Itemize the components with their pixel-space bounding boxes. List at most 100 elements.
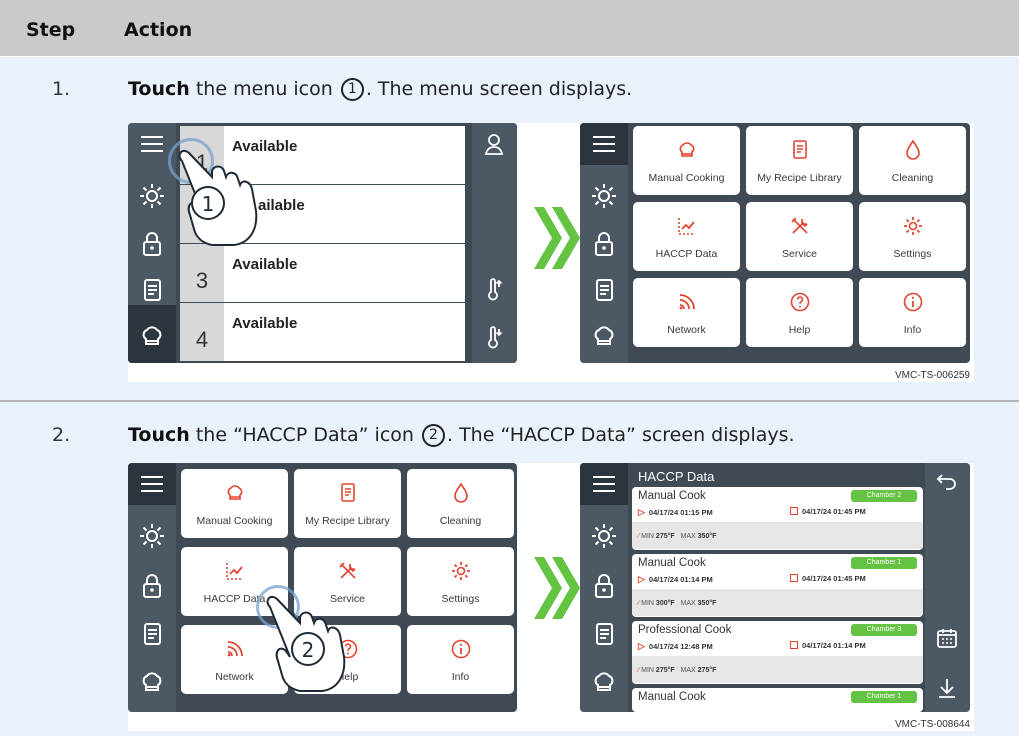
recipe-book-icon[interactable] bbox=[589, 275, 619, 305]
sun-icon[interactable] bbox=[137, 181, 167, 211]
info-icon bbox=[407, 637, 514, 661]
thermometer-down-icon[interactable] bbox=[481, 325, 507, 351]
recipe-book-icon[interactable] bbox=[137, 275, 167, 305]
record-end-time: 04/17/24 01:45 PM bbox=[790, 574, 866, 583]
sun-icon[interactable] bbox=[137, 521, 167, 551]
step-verb: Touch bbox=[128, 424, 190, 446]
slot-status: ailable bbox=[258, 197, 305, 214]
recipe-book-icon bbox=[294, 481, 401, 505]
record-temperature-range: ∕ MIN 275°F MAX 275°F bbox=[638, 667, 717, 674]
tile-label: Help bbox=[788, 324, 811, 336]
tools-icon bbox=[746, 214, 853, 238]
tile-my-recipe-library[interactable]: My Recipe Library bbox=[746, 126, 853, 195]
sun-icon[interactable] bbox=[589, 521, 619, 551]
chef-hat-icon bbox=[181, 481, 288, 505]
tile-label: Info bbox=[451, 671, 470, 683]
chef-hat-icon[interactable] bbox=[589, 321, 619, 351]
right-rail bbox=[472, 123, 517, 363]
hamburger-menu-icon[interactable] bbox=[589, 469, 619, 499]
figure-step-1: 1Available 2ailable 3Available 4Availabl… bbox=[128, 123, 974, 382]
tile-cleaning[interactable]: Cleaning bbox=[859, 126, 966, 195]
pointing-hand-icon: 1 bbox=[178, 149, 258, 246]
slot-row[interactable]: 3 Available bbox=[180, 244, 465, 302]
tile-label: HACCP Data bbox=[655, 248, 718, 260]
callout-number: 2 bbox=[422, 424, 445, 447]
lock-icon[interactable] bbox=[589, 571, 619, 601]
tile-my-recipe-library[interactable]: My Recipe Library bbox=[294, 469, 401, 538]
tile-settings[interactable]: Settings bbox=[859, 202, 966, 271]
tile-manual-cooking[interactable]: Manual Cooking bbox=[633, 126, 740, 195]
record-name: Professional Cook bbox=[638, 624, 732, 636]
haccp-data-screen: HACCP Data Manual Cook Chamber 2 ▷ 04/17/… bbox=[580, 463, 970, 712]
next-screen-arrow-icon bbox=[534, 207, 580, 269]
tile-info[interactable]: Info bbox=[407, 625, 514, 694]
record-temperature-range: ∕ MIN 300°F MAX 350°F bbox=[638, 600, 717, 607]
thermometer-up-icon[interactable] bbox=[481, 277, 507, 303]
chart-line-icon bbox=[181, 559, 288, 583]
haccp-record[interactable]: Professional Cook Chamber 3 ▷ 04/17/24 12… bbox=[632, 621, 923, 684]
play-icon: ▷ bbox=[638, 507, 645, 517]
step-verb: Touch bbox=[128, 78, 190, 100]
haccp-record[interactable]: Manual Cook Chamber 1 ▷ 04/17/24 01:14 PM… bbox=[632, 554, 923, 617]
tile-label: Info bbox=[903, 324, 922, 336]
chef-hat-icon bbox=[633, 138, 740, 162]
download-arrow-icon[interactable] bbox=[934, 675, 960, 701]
right-rail bbox=[925, 463, 970, 712]
record-start-time: ▷ 04/17/24 01:14 PM bbox=[638, 574, 713, 584]
hamburger-menu-icon[interactable] bbox=[137, 469, 167, 499]
back-arrow-icon[interactable] bbox=[934, 469, 960, 495]
sun-icon[interactable] bbox=[589, 181, 619, 211]
instruction-text: . The menu screen displays. bbox=[365, 78, 633, 100]
menu-screen: Manual Cooking My Recipe Library Cleanin… bbox=[580, 123, 970, 363]
stop-icon bbox=[790, 641, 798, 649]
record-start-time: ▷ 04/17/24 12:48 PM bbox=[638, 641, 713, 651]
chef-hat-icon[interactable] bbox=[137, 321, 167, 351]
tile-network[interactable]: Network bbox=[633, 278, 740, 347]
action-column-header: Action bbox=[124, 19, 193, 41]
tile-haccp-data[interactable]: HACCP Data bbox=[633, 202, 740, 271]
tile-service[interactable]: Service bbox=[746, 202, 853, 271]
tile-help[interactable]: Help bbox=[746, 278, 853, 347]
record-name: Manual Cook bbox=[638, 691, 706, 703]
instruction-text: the “HACCP Data” icon bbox=[189, 424, 420, 446]
recipe-book-icon[interactable] bbox=[589, 619, 619, 649]
gear-icon bbox=[859, 214, 966, 238]
tile-label: My Recipe Library bbox=[305, 515, 390, 527]
chamber-badge: Chamber 2 bbox=[851, 490, 917, 502]
tile-info[interactable]: Info bbox=[859, 278, 966, 347]
tile-cleaning[interactable]: Cleaning bbox=[407, 469, 514, 538]
recipe-book-icon[interactable] bbox=[137, 619, 167, 649]
calendar-icon[interactable] bbox=[934, 625, 960, 651]
tile-label: Cleaning bbox=[891, 172, 934, 184]
slot-status: Available bbox=[232, 315, 298, 332]
haccp-record[interactable]: Manual Cook Chamber 2 ▷ 04/17/24 01:15 PM… bbox=[632, 487, 923, 550]
tools-icon bbox=[294, 559, 401, 583]
table-header: Step Action bbox=[0, 0, 1019, 56]
next-screen-arrow-icon bbox=[534, 557, 580, 619]
stop-icon bbox=[790, 507, 798, 515]
tile-settings[interactable]: Settings bbox=[407, 547, 514, 616]
step-instruction: Touch the menu icon 1. The menu screen d… bbox=[128, 78, 632, 101]
record-start-time: ▷ 04/17/24 01:15 PM bbox=[638, 507, 713, 517]
tile-label: Manual Cooking bbox=[648, 172, 725, 184]
hamburger-menu-icon[interactable] bbox=[137, 129, 167, 159]
chamber-badge: Chamber 1 bbox=[851, 557, 917, 569]
user-profile-icon[interactable] bbox=[481, 131, 507, 157]
lock-icon[interactable] bbox=[137, 571, 167, 601]
gear-icon bbox=[407, 559, 514, 583]
hand-callout-number: 1 bbox=[202, 192, 215, 216]
chef-hat-icon[interactable] bbox=[589, 667, 619, 697]
chamber-badge: Chamber 1 bbox=[851, 691, 917, 703]
hamburger-menu-icon[interactable] bbox=[589, 129, 619, 159]
tile-label: Service bbox=[781, 248, 817, 260]
lock-icon[interactable] bbox=[137, 229, 167, 259]
record-end-time: 04/17/24 01:45 PM bbox=[790, 507, 866, 516]
slot-row[interactable]: 4 Available bbox=[180, 303, 465, 361]
tile-manual-cooking[interactable]: Manual Cooking bbox=[181, 469, 288, 538]
lock-icon[interactable] bbox=[589, 229, 619, 259]
water-drop-icon bbox=[859, 138, 966, 162]
haccp-record[interactable]: Manual Cook Chamber 1 bbox=[632, 688, 923, 712]
chef-hat-icon[interactable] bbox=[137, 667, 167, 697]
tile-label: Settings bbox=[441, 593, 480, 605]
chart-line-icon bbox=[633, 214, 740, 238]
